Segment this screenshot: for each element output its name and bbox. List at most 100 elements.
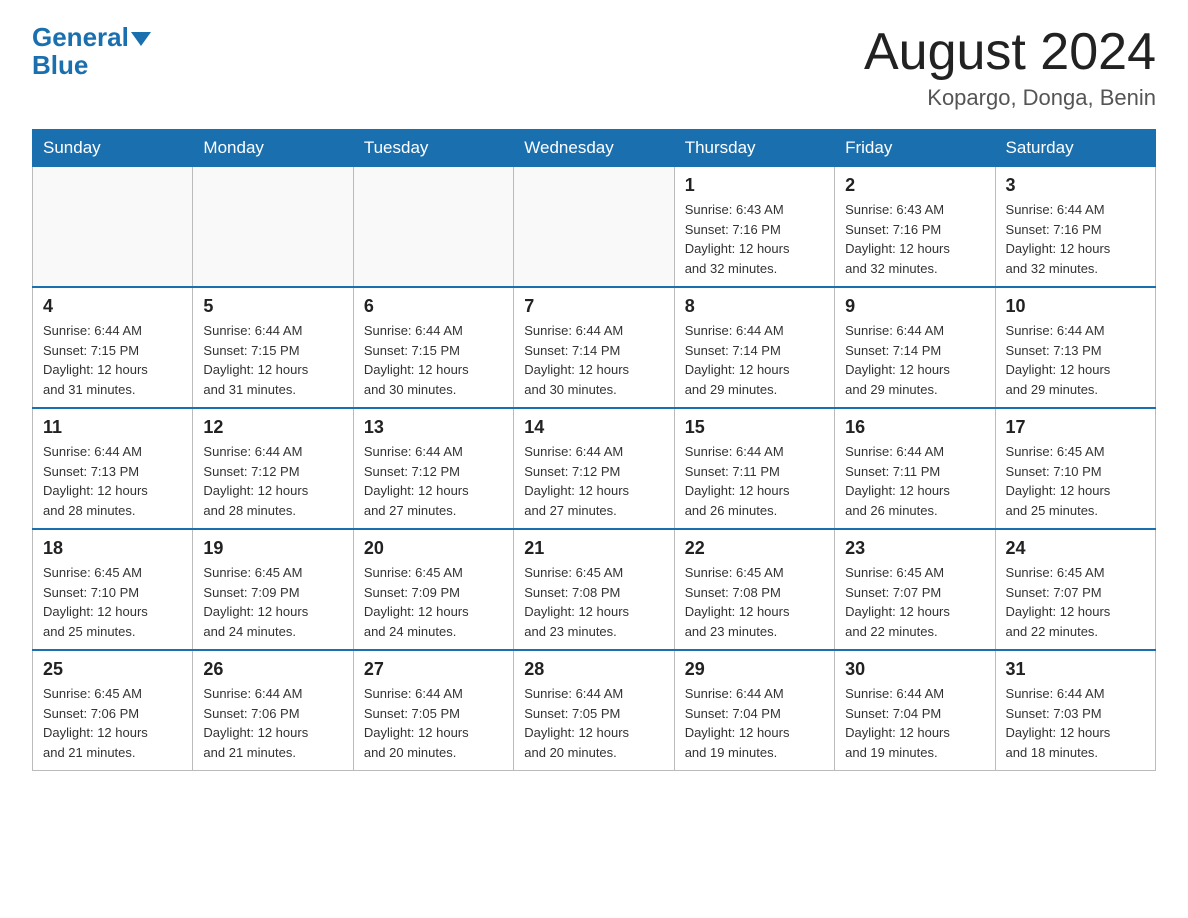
day-detail: Sunrise: 6:45 AMSunset: 7:07 PMDaylight:… [1006,563,1145,641]
day-detail: Sunrise: 6:43 AMSunset: 7:16 PMDaylight:… [845,200,984,278]
calendar-cell: 22 Sunrise: 6:45 AMSunset: 7:08 PMDayligh… [674,529,834,650]
day-number: 5 [203,296,342,317]
day-detail: Sunrise: 6:44 AMSunset: 7:14 PMDaylight:… [845,321,984,399]
day-number: 18 [43,538,182,559]
calendar-cell: 13 Sunrise: 6:44 AMSunset: 7:12 PMDayligh… [353,408,513,529]
day-number: 19 [203,538,342,559]
month-title: August 2024 [864,24,1156,81]
calendar-cell: 4 Sunrise: 6:44 AMSunset: 7:15 PMDaylight… [33,287,193,408]
day-number: 7 [524,296,663,317]
day-number: 23 [845,538,984,559]
day-number: 13 [364,417,503,438]
day-detail: Sunrise: 6:44 AMSunset: 7:11 PMDaylight:… [845,442,984,520]
calendar-cell: 7 Sunrise: 6:44 AMSunset: 7:14 PMDaylight… [514,287,674,408]
day-number: 26 [203,659,342,680]
calendar-cell: 20 Sunrise: 6:45 AMSunset: 7:09 PMDayligh… [353,529,513,650]
calendar-cell: 15 Sunrise: 6:44 AMSunset: 7:11 PMDayligh… [674,408,834,529]
calendar-cell [514,167,674,288]
day-detail: Sunrise: 6:44 AMSunset: 7:06 PMDaylight:… [203,684,342,762]
calendar-cell: 24 Sunrise: 6:45 AMSunset: 7:07 PMDayligh… [995,529,1155,650]
day-number: 4 [43,296,182,317]
day-number: 3 [1006,175,1145,196]
calendar-cell [33,167,193,288]
day-number: 22 [685,538,824,559]
day-detail: Sunrise: 6:44 AMSunset: 7:16 PMDaylight:… [1006,200,1145,278]
calendar-cell: 27 Sunrise: 6:44 AMSunset: 7:05 PMDayligh… [353,650,513,771]
day-detail: Sunrise: 6:44 AMSunset: 7:15 PMDaylight:… [364,321,503,399]
day-detail: Sunrise: 6:45 AMSunset: 7:10 PMDaylight:… [1006,442,1145,520]
day-number: 27 [364,659,503,680]
col-header-sunday: Sunday [33,130,193,167]
day-detail: Sunrise: 6:45 AMSunset: 7:10 PMDaylight:… [43,563,182,641]
day-number: 24 [1006,538,1145,559]
day-number: 28 [524,659,663,680]
col-header-monday: Monday [193,130,353,167]
day-number: 31 [1006,659,1145,680]
day-detail: Sunrise: 6:44 AMSunset: 7:12 PMDaylight:… [364,442,503,520]
day-detail: Sunrise: 6:44 AMSunset: 7:03 PMDaylight:… [1006,684,1145,762]
day-detail: Sunrise: 6:44 AMSunset: 7:05 PMDaylight:… [364,684,503,762]
calendar-cell: 29Sunrise: 6:44 AMSunset: 7:04 PMDayligh… [674,650,834,771]
calendar-cell [353,167,513,288]
page-header: General Blue August 2024 Kopargo, Donga,… [32,24,1156,111]
col-header-thursday: Thursday [674,130,834,167]
day-number: 30 [845,659,984,680]
calendar-header-row: SundayMondayTuesdayWednesdayThursdayFrid… [33,130,1156,167]
calendar-cell: 17 Sunrise: 6:45 AMSunset: 7:10 PMDayligh… [995,408,1155,529]
calendar-cell: 16 Sunrise: 6:44 AMSunset: 7:11 PMDayligh… [835,408,995,529]
calendar-cell: 2 Sunrise: 6:43 AMSunset: 7:16 PMDaylight… [835,167,995,288]
day-number: 20 [364,538,503,559]
col-header-wednesday: Wednesday [514,130,674,167]
day-number: 14 [524,417,663,438]
calendar-cell [193,167,353,288]
calendar-cell: 25Sunrise: 6:45 AMSunset: 7:06 PMDayligh… [33,650,193,771]
day-detail: Sunrise: 6:43 AMSunset: 7:16 PMDaylight:… [685,200,824,278]
logo-general: General [32,24,151,50]
day-detail: Sunrise: 6:44 AMSunset: 7:11 PMDaylight:… [685,442,824,520]
day-detail: Sunrise: 6:44 AMSunset: 7:14 PMDaylight:… [685,321,824,399]
day-detail: Sunrise: 6:45 AMSunset: 7:09 PMDaylight:… [203,563,342,641]
calendar-cell: 12 Sunrise: 6:44 AMSunset: 7:12 PMDayligh… [193,408,353,529]
calendar-cell: 8 Sunrise: 6:44 AMSunset: 7:14 PMDaylight… [674,287,834,408]
calendar-cell: 18 Sunrise: 6:45 AMSunset: 7:10 PMDayligh… [33,529,193,650]
day-number: 15 [685,417,824,438]
week-row-2: 4 Sunrise: 6:44 AMSunset: 7:15 PMDaylight… [33,287,1156,408]
logo-triangle-icon [131,32,151,46]
day-detail: Sunrise: 6:44 AMSunset: 7:05 PMDaylight:… [524,684,663,762]
calendar-cell: 11 Sunrise: 6:44 AMSunset: 7:13 PMDayligh… [33,408,193,529]
calendar-cell: 5 Sunrise: 6:44 AMSunset: 7:15 PMDaylight… [193,287,353,408]
day-detail: Sunrise: 6:44 AMSunset: 7:04 PMDaylight:… [845,684,984,762]
day-number: 1 [685,175,824,196]
day-number: 11 [43,417,182,438]
calendar-cell: 31 Sunrise: 6:44 AMSunset: 7:03 PMDayligh… [995,650,1155,771]
day-number: 6 [364,296,503,317]
day-detail: Sunrise: 6:44 AMSunset: 7:15 PMDaylight:… [203,321,342,399]
day-number: 12 [203,417,342,438]
day-detail: Sunrise: 6:44 AMSunset: 7:14 PMDaylight:… [524,321,663,399]
day-detail: Sunrise: 6:44 AMSunset: 7:15 PMDaylight:… [43,321,182,399]
calendar-table: SundayMondayTuesdayWednesdayThursdayFrid… [32,129,1156,771]
logo-blue: Blue [32,52,88,78]
day-detail: Sunrise: 6:45 AMSunset: 7:08 PMDaylight:… [524,563,663,641]
day-detail: Sunrise: 6:45 AMSunset: 7:06 PMDaylight:… [43,684,182,762]
day-number: 8 [685,296,824,317]
calendar-cell: 9 Sunrise: 6:44 AMSunset: 7:14 PMDaylight… [835,287,995,408]
calendar-cell: 1 Sunrise: 6:43 AMSunset: 7:16 PMDaylight… [674,167,834,288]
week-row-1: 1 Sunrise: 6:43 AMSunset: 7:16 PMDaylight… [33,167,1156,288]
day-number: 16 [845,417,984,438]
calendar-cell: 28 Sunrise: 6:44 AMSunset: 7:05 PMDayligh… [514,650,674,771]
day-detail: Sunrise: 6:45 AMSunset: 7:09 PMDaylight:… [364,563,503,641]
day-number: 17 [1006,417,1145,438]
day-detail: Sunrise: 6:45 AMSunset: 7:08 PMDaylight:… [685,563,824,641]
calendar-cell: 10Sunrise: 6:44 AMSunset: 7:13 PMDayligh… [995,287,1155,408]
day-detail: Sunrise: 6:44 AMSunset: 7:13 PMDaylight:… [1006,321,1145,399]
week-row-3: 11 Sunrise: 6:44 AMSunset: 7:13 PMDayligh… [33,408,1156,529]
day-detail: Sunrise: 6:44 AMSunset: 7:13 PMDaylight:… [43,442,182,520]
day-number: 9 [845,296,984,317]
day-number: 29 [685,659,824,680]
calendar-cell: 6 Sunrise: 6:44 AMSunset: 7:15 PMDaylight… [353,287,513,408]
day-number: 2 [845,175,984,196]
logo: General Blue [32,24,151,78]
week-row-4: 18 Sunrise: 6:45 AMSunset: 7:10 PMDayligh… [33,529,1156,650]
day-detail: Sunrise: 6:44 AMSunset: 7:12 PMDaylight:… [203,442,342,520]
